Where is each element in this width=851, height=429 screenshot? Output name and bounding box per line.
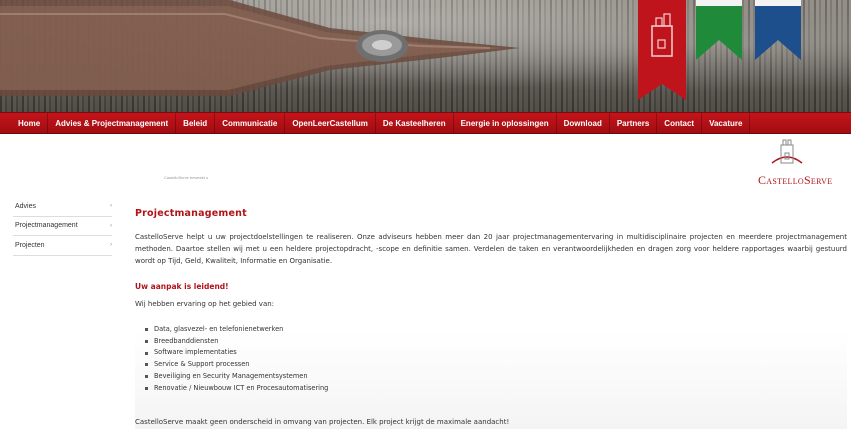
- list-item: Breedbanddiensten: [145, 336, 847, 348]
- bullet-icon: [145, 351, 148, 355]
- nav-item-communicatie[interactable]: Communicatie: [215, 113, 286, 133]
- header-banner: [0, 0, 851, 112]
- section-heading: Uw aanpak is leidend!: [135, 282, 229, 291]
- chevron-right-icon: ›: [110, 222, 112, 229]
- logo-wordmark: CastelloServe: [758, 173, 833, 187]
- list-item-text: Data, glasvezel- en telefonienetwerken: [154, 325, 284, 333]
- sidebar-item-projectmanagement[interactable]: Projectmanagement ›: [13, 217, 112, 236]
- page: Home Advies & Projectmanagement Beleid C…: [0, 0, 851, 429]
- list-item-text: Software implementaties: [154, 348, 237, 357]
- nav-item-download[interactable]: Download: [557, 113, 610, 133]
- castle-tower-icon: [771, 139, 803, 164]
- list-item: Renovatie / Nieuwbouw ICT en Procesautom…: [145, 383, 847, 395]
- list-item: Service & Support processen: [145, 359, 847, 371]
- lead-text: Wij hebben ervaring op het gebied van:: [135, 300, 275, 308]
- nav-item-de-kasteelheren[interactable]: De Kasteelheren: [376, 113, 454, 133]
- bullet-icon: [145, 340, 148, 344]
- chevron-right-icon: ›: [110, 203, 112, 210]
- logo[interactable]: CastelloServe: [758, 137, 851, 189]
- sidebar-item-projecten[interactable]: Projecten ›: [13, 236, 112, 256]
- sidebar-item-advies[interactable]: Advies ›: [13, 197, 112, 217]
- list-item: Software implementaties: [145, 347, 847, 359]
- closing-text: CastelloServe maakt geen onderscheid in …: [135, 418, 510, 426]
- nav-item-contact[interactable]: Contact: [657, 113, 703, 133]
- nav-item-home[interactable]: Home: [0, 113, 49, 133]
- bullet-icon: [145, 386, 148, 390]
- list-item-text: Breedbanddiensten: [154, 336, 219, 345]
- red-pennant: [638, 0, 686, 100]
- green-pennant: [696, 0, 742, 60]
- list-item-text: Renovatie / Nieuwbouw ICT en Procesautom…: [154, 383, 329, 392]
- nav-item-beleid[interactable]: Beleid: [176, 113, 216, 133]
- sidebar-item-label: Projecten: [15, 241, 45, 249]
- main-nav: Home Advies & Projectmanagement Beleid C…: [0, 112, 851, 134]
- nav-item-advies-projectmanagement[interactable]: Advies & Projectmanagement: [48, 113, 177, 133]
- list-item-text: Service & Support processen: [154, 360, 250, 369]
- experience-list: Data, glasvezel- en telefonienetwerken B…: [145, 324, 847, 394]
- header-tagline: CastelloServe beweekt u: [164, 175, 209, 180]
- list-item-text: Beveiliging en Security Managementsystem…: [154, 371, 308, 380]
- nav-item-vacature[interactable]: Vacature: [702, 113, 751, 133]
- nav-item-energie[interactable]: Energie in oplossingen: [454, 113, 557, 133]
- nav-item-partners[interactable]: Partners: [610, 113, 658, 133]
- page-title: Projectmanagement: [135, 208, 247, 219]
- sidebar-item-label: Advies: [15, 202, 37, 210]
- list-item: Beveiliging en Security Managementsystem…: [145, 371, 847, 383]
- bullet-icon: [145, 363, 148, 367]
- blue-pennant: [755, 0, 801, 60]
- sidebar-item-label: Projectmanagement: [15, 222, 78, 230]
- main-content: Projectmanagement CastelloServe helpt u …: [135, 208, 847, 429]
- bullet-icon: [145, 375, 148, 379]
- list-item: Data, glasvezel- en telefonienetwerken: [145, 324, 847, 336]
- chevron-right-icon: ›: [110, 242, 112, 249]
- nav-item-openleercastellum[interactable]: OpenLeerCastellum: [285, 113, 376, 133]
- sidebar: Advies › Projectmanagement › Projecten ›: [13, 197, 112, 256]
- intro-paragraph: CastelloServe helpt u uw projectdoelstel…: [135, 233, 847, 265]
- bullet-icon: [145, 328, 148, 332]
